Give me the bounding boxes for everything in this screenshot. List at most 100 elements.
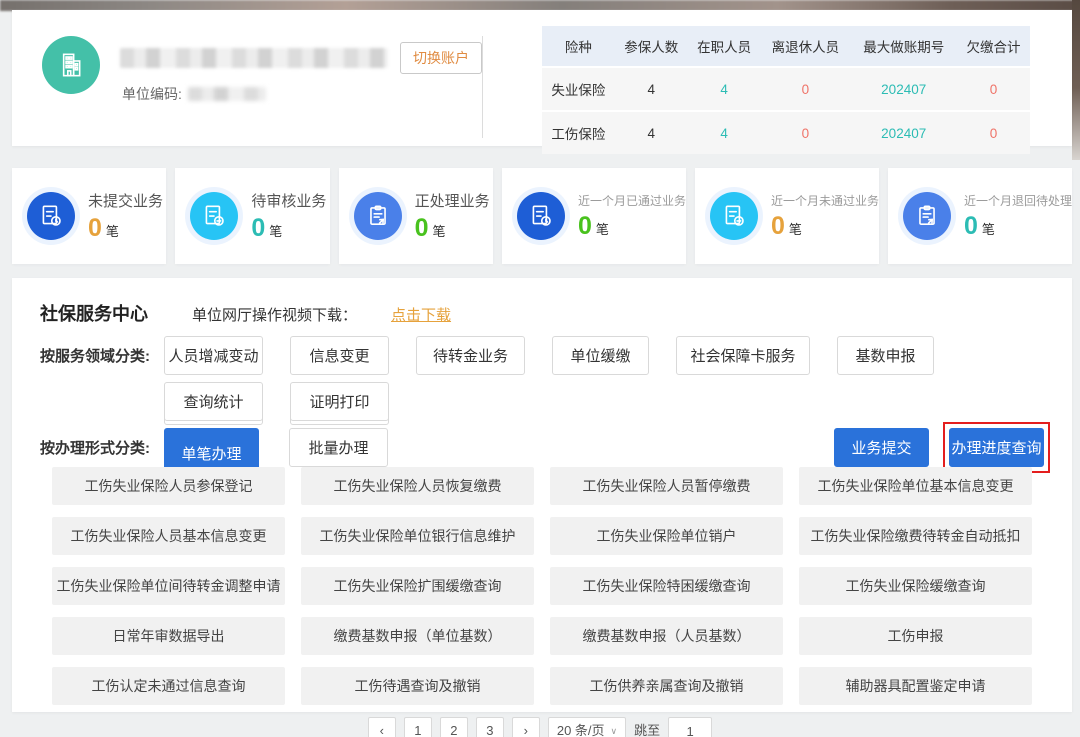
card-label: 近一个月未通过业务: [771, 192, 879, 209]
cell-active: 4: [688, 67, 761, 111]
domain-button-personnel-change[interactable]: 人员增减变动: [164, 336, 263, 375]
service-center-title: 社保服务中心: [40, 300, 148, 326]
card-unit: 笔: [269, 221, 282, 240]
biz-button[interactable]: 工伤失业保险特困缓缴查询: [550, 567, 783, 605]
pagination-prev-button[interactable]: ‹: [368, 717, 396, 737]
progress-query-button[interactable]: 办理进度查询: [949, 428, 1044, 467]
cell-retired: 0: [761, 111, 851, 154]
col-retired-staff: 离退休人员: [761, 26, 851, 67]
card-returned-last-month[interactable]: 近一个月退回待处理 0 笔: [888, 168, 1072, 264]
biz-button[interactable]: 工伤失业保险单位基本信息变更: [799, 467, 1032, 505]
pagination-page-1[interactable]: 1: [404, 717, 432, 737]
company-building-icon: [42, 36, 100, 94]
biz-button[interactable]: 缴费基数申报（人员基数）: [550, 617, 783, 655]
cell-active: 4: [688, 111, 761, 154]
chevron-down-icon: ∨: [611, 718, 618, 737]
card-value: 0: [578, 212, 592, 241]
clipboard-arrow-icon: [354, 192, 402, 240]
business-button-grid: 工伤失业保险人员参保登记 工伤失业保险人员恢复缴费 工伤失业保险人员暂停缴费 工…: [52, 467, 1032, 705]
biz-button[interactable]: 工伤失业保险人员暂停缴费: [550, 467, 783, 505]
service-center-panel: 社保服务中心 单位网厅操作视频下载： 点击下载 按服务领域分类: 人员增减变动 …: [12, 278, 1072, 712]
page: 切换账户 单位编码: 险种 参保人数 在职人员 离退休人员 最大做账期号 欠缴合…: [0, 0, 1080, 737]
document-clock-icon: [27, 192, 75, 240]
biz-button[interactable]: 辅助器具配置鉴定申请: [799, 667, 1032, 705]
card-unit: 笔: [982, 219, 995, 238]
masked-company-name: [120, 48, 388, 68]
col-max-period: 最大做账期号: [850, 26, 957, 67]
cell-arrears: 0: [957, 111, 1030, 154]
biz-button[interactable]: 工伤失业保险人员参保登记: [52, 467, 285, 505]
biz-button[interactable]: 工伤失业保险单位销户: [550, 517, 783, 555]
jump-to-label: 跳至: [634, 717, 660, 737]
domain-button-social-security-card[interactable]: 社会保障卡服务: [676, 336, 810, 375]
biz-button[interactable]: 工伤供养亲属查询及撤销: [550, 667, 783, 705]
cell-max-period: 202407: [850, 111, 957, 154]
cell-max-period: 202407: [850, 67, 957, 111]
biz-button[interactable]: 工伤认定未通过信息查询: [52, 667, 285, 705]
jump-to-input[interactable]: [668, 717, 712, 737]
page-size-value: 20 条/页: [557, 718, 605, 737]
biz-button[interactable]: 工伤申报: [799, 617, 1032, 655]
col-arrears-total: 欠缴合计: [957, 26, 1030, 67]
red-annotation-box: 办理进度查询: [943, 422, 1050, 473]
biz-button[interactable]: 缴费基数申报（单位基数）: [301, 617, 534, 655]
document-minus-icon: [710, 192, 758, 240]
cell-retired: 0: [761, 67, 851, 111]
switch-account-button[interactable]: 切换账户: [400, 42, 482, 74]
account-summary-panel: 切换账户 单位编码: 险种 参保人数 在职人员 离退休人员 最大做账期号 欠缴合…: [12, 10, 1072, 146]
card-label: 正处理业务: [415, 190, 490, 211]
card-pending-review[interactable]: 待审核业务 0 笔: [175, 168, 329, 264]
card-failed-last-month[interactable]: 近一个月未通过业务 0 笔: [695, 168, 879, 264]
card-unit: 笔: [789, 219, 802, 238]
biz-button[interactable]: 工伤失业保险人员基本信息变更: [52, 517, 285, 555]
video-download-label: 单位网厅操作视频下载：: [192, 304, 357, 325]
cell-type: 工伤保险: [542, 111, 615, 154]
card-label: 近一个月已通过业务: [578, 192, 686, 209]
document-minus-icon: [190, 192, 238, 240]
biz-button[interactable]: 工伤失业保险扩围缓缴查询: [301, 567, 534, 605]
card-passed-last-month[interactable]: 近一个月已通过业务 0 笔: [502, 168, 686, 264]
domain-button-certificate-print[interactable]: 证明打印: [290, 382, 389, 421]
domain-button-unit-deferral[interactable]: 单位缓缴: [552, 336, 649, 375]
biz-button[interactable]: 工伤失业保险缴费待转金自动抵扣: [799, 517, 1032, 555]
biz-button[interactable]: 工伤失业保险单位间待转金调整申请: [52, 567, 285, 605]
card-label: 待审核业务: [251, 190, 326, 211]
biz-button[interactable]: 工伤失业保险人员恢复缴费: [301, 467, 534, 505]
company-code-label: 单位编码:: [122, 84, 182, 104]
insurance-summary-table: 险种 参保人数 在职人员 离退休人员 最大做账期号 欠缴合计 失业保险 4 4 …: [542, 26, 1030, 154]
col-insurance-type: 险种: [542, 26, 615, 67]
biz-button[interactable]: 工伤失业保险缓缴查询: [799, 567, 1032, 605]
document-clock-icon: [517, 192, 565, 240]
clipboard-arrow-icon: [903, 192, 951, 240]
card-label: 近一个月退回待处理: [964, 192, 1072, 209]
card-label: 未提交业务: [88, 190, 163, 211]
card-value: 0: [251, 214, 265, 243]
card-value: 0: [771, 212, 785, 241]
header-divider: [482, 36, 483, 138]
page-size-select[interactable]: 20 条/页 ∨: [548, 717, 626, 737]
domain-button-query-statistics[interactable]: 查询统计: [164, 382, 263, 421]
table-row: 工伤保险 4 4 0 202407 0: [542, 111, 1030, 154]
biz-button[interactable]: 日常年审数据导出: [52, 617, 285, 655]
download-link[interactable]: 点击下载: [391, 304, 451, 325]
card-value: 0: [964, 212, 978, 241]
pagination: ‹ 1 2 3 › 20 条/页 ∨ 跳至: [0, 717, 1080, 737]
domain-button-transfer-funds[interactable]: 待转金业务: [416, 336, 525, 375]
card-unsubmitted[interactable]: 未提交业务 0 笔: [12, 168, 166, 264]
card-processing[interactable]: 正处理业务 0 笔: [339, 168, 493, 264]
cell-insured: 4: [615, 111, 688, 154]
masked-company-code: [188, 87, 266, 101]
card-unit: 笔: [433, 221, 446, 240]
domain-button-base-declaration[interactable]: 基数申报: [837, 336, 934, 375]
biz-button[interactable]: 工伤待遇查询及撤销: [301, 667, 534, 705]
domain-category-label: 按服务领域分类:: [40, 336, 164, 436]
pagination-next-button[interactable]: ›: [512, 717, 540, 737]
biz-button[interactable]: 工伤失业保险单位银行信息维护: [301, 517, 534, 555]
card-value: 0: [88, 214, 102, 243]
pagination-page-2[interactable]: 2: [440, 717, 468, 737]
mode-button-batch[interactable]: 批量办理: [289, 428, 388, 467]
pagination-page-3[interactable]: 3: [476, 717, 504, 737]
stat-cards-row: 未提交业务 0 笔 待审核业务 0 笔: [12, 168, 1072, 264]
domain-button-info-change[interactable]: 信息变更: [290, 336, 389, 375]
business-submit-button[interactable]: 业务提交: [834, 428, 929, 467]
